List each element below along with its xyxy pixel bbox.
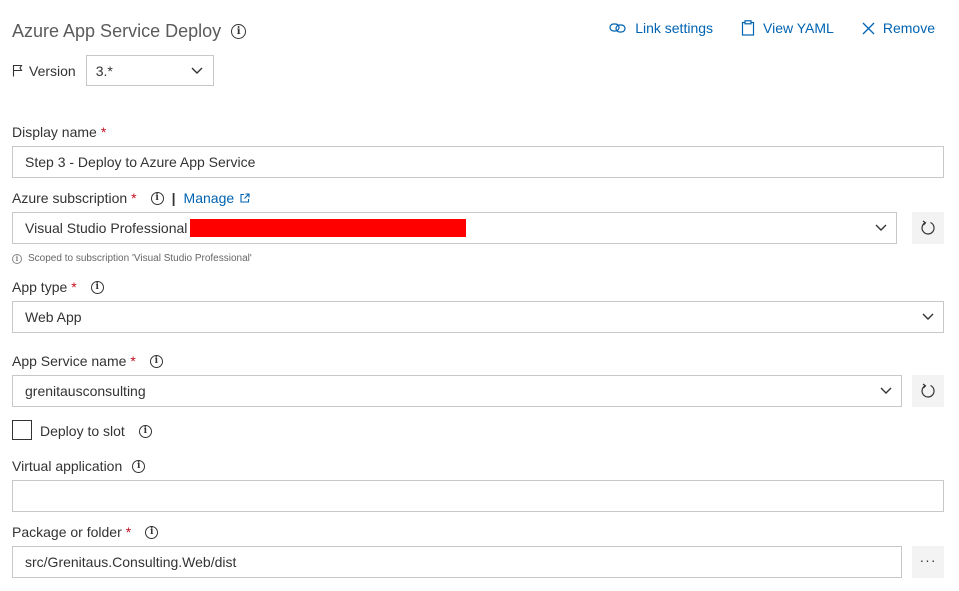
view-yaml-button[interactable]: View YAML [741, 20, 834, 36]
required-marker: * [130, 353, 136, 369]
deploy-to-slot-checkbox[interactable] [12, 420, 32, 440]
browse-button[interactable]: ··· [912, 546, 944, 578]
deploy-to-slot-label-text: Deploy to slot [40, 423, 125, 439]
version-select[interactable]: 3.* [85, 55, 214, 86]
app-service-name-label-text: App Service name [12, 353, 127, 369]
app-service-name-select[interactable]: grenitausconsulting [12, 375, 902, 407]
info-icon[interactable]: i [149, 354, 163, 368]
close-icon [862, 22, 875, 34]
link-icon [609, 23, 626, 33]
flag-icon [12, 64, 23, 77]
virtual-application-label: Virtual application i [12, 458, 146, 474]
separator: | [171, 190, 176, 206]
info-icon[interactable]: i [231, 24, 247, 39]
package-or-folder-label: Package or folder * i [12, 524, 159, 540]
redaction-block [190, 219, 467, 237]
display-name-label: Display name * [12, 124, 106, 140]
display-name-value: Step 3 - Deploy to Azure App Service [25, 154, 256, 170]
info-icon[interactable]: i [145, 525, 159, 539]
virtual-application-input[interactable] [12, 480, 944, 512]
info-icon[interactable]: i [132, 459, 146, 473]
chevron-down-icon [880, 387, 892, 394]
task-title-text: Azure App Service Deploy [12, 21, 222, 41]
azure-subscription-select[interactable]: Visual Studio Professional [12, 212, 897, 244]
task-title: Azure App Service Deploy i [12, 21, 247, 42]
app-type-label-text: App type [12, 279, 68, 295]
azure-subscription-value: Visual Studio Professional [25, 220, 188, 236]
version-value: 3.* [95, 62, 113, 79]
toolbar: Link settings View YAML Remove [609, 20, 935, 36]
deploy-to-slot-label: Deploy to slot i [40, 423, 152, 439]
version-label: Version [29, 62, 76, 79]
package-or-folder-input[interactable]: src/Grenitaus.Consulting.Web/dist [12, 546, 902, 578]
scope-note-text: Scoped to subscription 'Visual Studio Pr… [28, 253, 252, 264]
app-service-name-label: App Service name * i [12, 353, 163, 369]
package-or-folder-value: src/Grenitaus.Consulting.Web/dist [25, 554, 237, 570]
app-type-value: Web App [25, 309, 82, 325]
external-link-icon [240, 193, 250, 203]
app-type-label: App type * i [12, 279, 104, 295]
info-icon[interactable]: i [138, 424, 152, 438]
chevron-down-icon [875, 224, 887, 231]
info-icon: i [12, 253, 22, 264]
ellipsis-icon: ··· [919, 552, 937, 568]
view-yaml-label: View YAML [763, 20, 834, 36]
clipboard-icon [741, 20, 755, 36]
remove-button[interactable]: Remove [862, 20, 935, 36]
display-name-label-text: Display name [12, 124, 97, 140]
virtual-application-label-text: Virtual application [12, 458, 123, 474]
refresh-icon [921, 383, 935, 398]
display-name-input[interactable]: Step 3 - Deploy to Azure App Service [12, 146, 944, 178]
chevron-down-icon [922, 313, 934, 320]
azure-subscription-label: Azure subscription * i | Manage [12, 190, 250, 206]
required-marker: * [71, 279, 77, 295]
scope-note: i Scoped to subscription 'Visual Studio … [12, 253, 252, 264]
version-row: Version 3.* [12, 55, 214, 86]
manage-link-text: Manage [183, 190, 235, 206]
app-service-name-value: grenitausconsulting [25, 383, 146, 399]
required-marker: * [125, 524, 132, 540]
package-or-folder-label-text: Package or folder [12, 524, 122, 540]
info-icon[interactable]: i [90, 280, 104, 294]
azure-subscription-label-text: Azure subscription [12, 190, 128, 206]
link-settings-button[interactable]: Link settings [609, 20, 713, 36]
required-marker: * [131, 190, 137, 206]
refresh-subscription-button[interactable] [912, 212, 944, 244]
chevron-down-icon [191, 67, 203, 74]
info-icon[interactable]: i [150, 191, 164, 205]
remove-label: Remove [882, 20, 935, 36]
required-marker: * [100, 124, 107, 140]
refresh-icon [921, 220, 935, 235]
manage-link[interactable]: Manage [184, 190, 251, 206]
link-settings-label: Link settings [635, 20, 714, 36]
refresh-app-service-button[interactable] [912, 375, 944, 407]
app-type-select[interactable]: Web App [12, 301, 944, 333]
